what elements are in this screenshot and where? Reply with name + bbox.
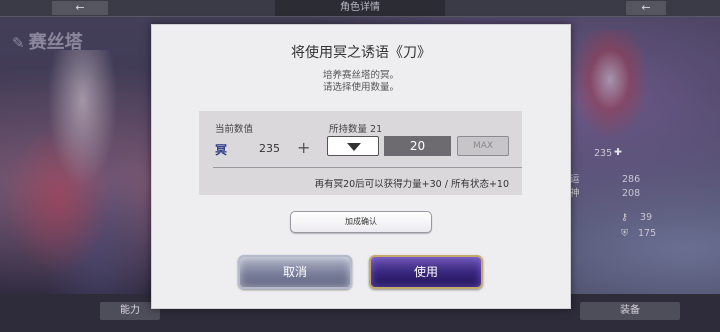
character-name: ✎ 赛丝塔 <box>12 28 83 54</box>
pencil-icon: ✎ <box>12 34 25 52</box>
use-button[interactable]: 使用 <box>369 255 483 289</box>
back-button[interactable]: ← <box>52 1 108 15</box>
description-line: 请选择使用数量。 <box>322 82 399 93</box>
triangle-down-icon <box>347 143 361 151</box>
top-bar: ← 角色详情 ← <box>0 0 720 17</box>
shield-icon: ⛨ <box>621 228 629 239</box>
top-right-button[interactable]: ← <box>626 1 666 15</box>
current-value: 235 <box>259 142 280 155</box>
character-art-right <box>570 30 650 140</box>
character-art-left <box>0 50 165 300</box>
description-line: 培养赛丝塔的冥。 <box>322 70 399 81</box>
character-name-text: 赛丝塔 <box>28 32 83 53</box>
divider <box>213 167 522 168</box>
bonus-confirm-button[interactable]: 加成确认 <box>290 211 432 233</box>
decrease-button[interactable] <box>327 136 379 156</box>
cancel-button[interactable]: 取消 <box>238 255 352 289</box>
dialog-title: 将使用冥之诱语《刀》 <box>291 45 431 61</box>
key-icon: ⚷ <box>621 212 628 223</box>
screen-title: 角色详情 <box>275 0 445 16</box>
plus-icon: + <box>297 138 311 157</box>
stat-icon: 冥 <box>215 143 228 157</box>
bottom-tab-equipment[interactable]: 装备 <box>580 302 680 320</box>
current-value-label: 当前数值 <box>215 124 254 135</box>
dialog-description: 培养赛丝塔的冥。 请选择使用数量。 <box>152 70 570 94</box>
max-button[interactable]: MAX <box>457 136 509 156</box>
quantity-panel: 当前数值 所持数量 21 冥 235 + 20 MAX 再有冥20后可以获得力量… <box>199 111 522 195</box>
owned-quantity-label: 所持数量 21 <box>329 124 383 135</box>
gain-info: 再有冥20后可以获得力量+30 / 所有状态+10 <box>314 179 509 190</box>
use-item-dialog: 将使用冥之诱语《刀》 培养赛丝塔的冥。 请选择使用数量。 当前数值 所持数量 2… <box>151 24 571 309</box>
plus-icon[interactable]: ✚ <box>614 147 622 159</box>
quantity-display: 20 <box>384 136 451 156</box>
